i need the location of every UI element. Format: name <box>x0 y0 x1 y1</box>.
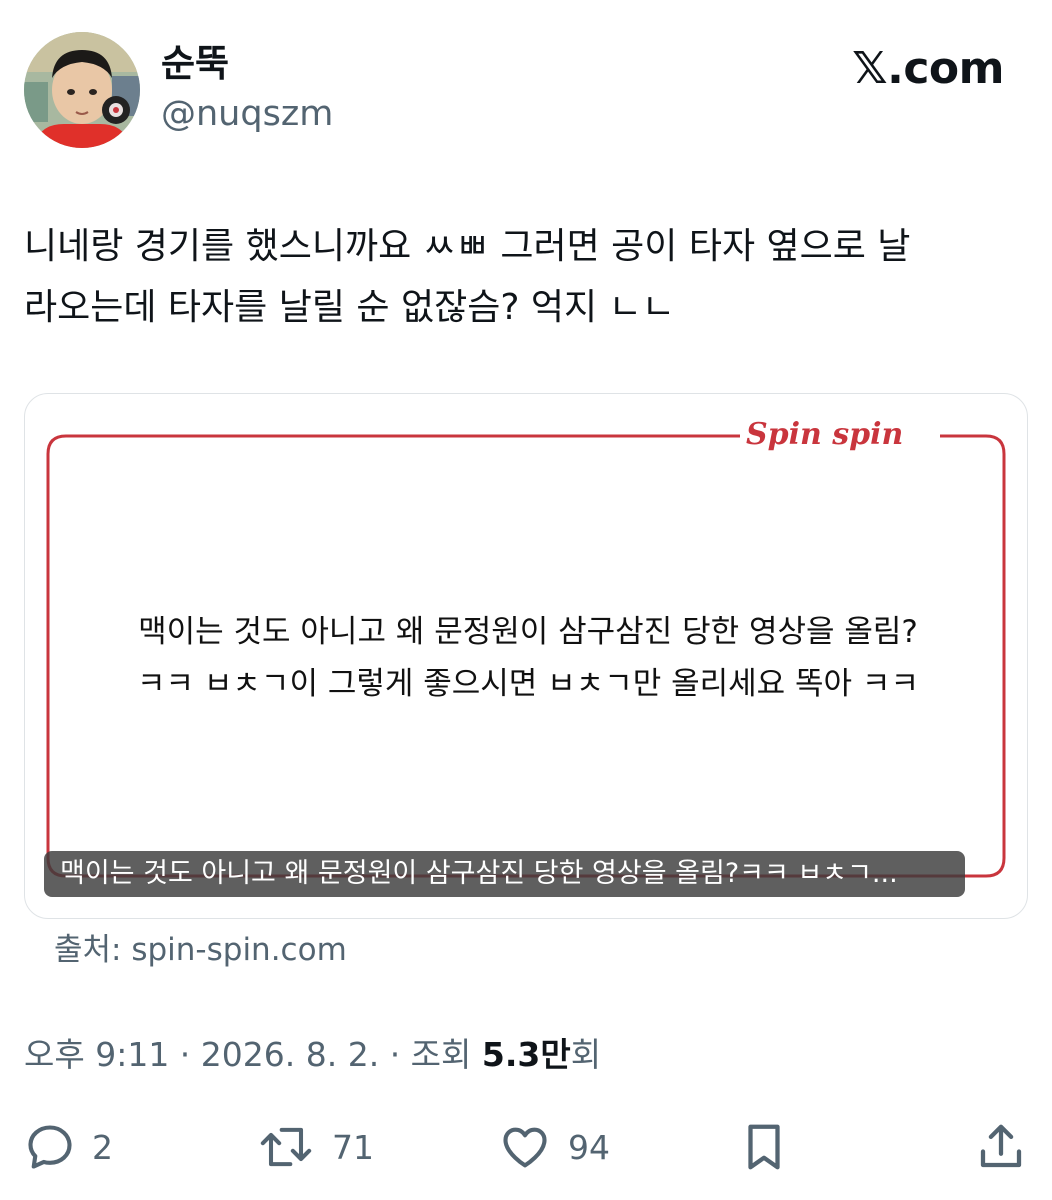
like-count: 94 <box>568 1127 610 1167</box>
tweet-timestamp[interactable]: 오후 9:11 · 2026. 8. 2. · 조회 <box>24 1035 482 1074</box>
retweet-icon <box>256 1121 316 1173</box>
reply-count: 2 <box>92 1127 113 1167</box>
card-body-line: ㅋㅋ ㅂㅊㄱ이 그렇게 좋으시면 ㅂㅊㄱ만 올리세요 똑아 ㅋㅋ <box>137 666 919 702</box>
card-body-text: 맥이는 것도 아니고 왜 문정원이 삼구삼진 당한 영상을 올림? ㅋㅋ ㅂㅊㄱ… <box>56 606 1000 710</box>
heart-icon <box>498 1121 552 1173</box>
card-caption: 맥이는 것도 아니고 왜 문정원이 삼구삼진 당한 영상을 올림?ㅋㅋ ㅂㅊㄱ.… <box>44 851 965 897</box>
share-button[interactable] <box>974 1112 1028 1182</box>
card-source-link[interactable]: 출처: spin-spin.com <box>54 928 347 972</box>
share-icon <box>974 1120 1028 1174</box>
retweet-button[interactable]: 71 <box>256 1112 374 1182</box>
reply-button[interactable]: 2 <box>24 1112 113 1182</box>
retweet-count: 71 <box>332 1127 374 1167</box>
card-logo: Spin spin <box>740 414 910 456</box>
like-button[interactable]: 94 <box>498 1112 610 1182</box>
reply-icon <box>24 1121 76 1173</box>
bookmark-icon <box>740 1120 788 1174</box>
action-bar: 2 71 94 <box>0 1112 1052 1182</box>
card-body-line: 맥이는 것도 아니고 왜 문정원이 삼구삼진 당한 영상을 올림? <box>138 614 918 650</box>
view-count: 5.3만 <box>481 1035 571 1074</box>
view-count-suffix: 회 <box>570 1035 602 1074</box>
tweet-meta: 오후 9:11 · 2026. 8. 2. · 조회 5.3만회 <box>24 1032 601 1078</box>
card-frame <box>46 434 1006 878</box>
bookmark-button[interactable] <box>740 1112 788 1182</box>
